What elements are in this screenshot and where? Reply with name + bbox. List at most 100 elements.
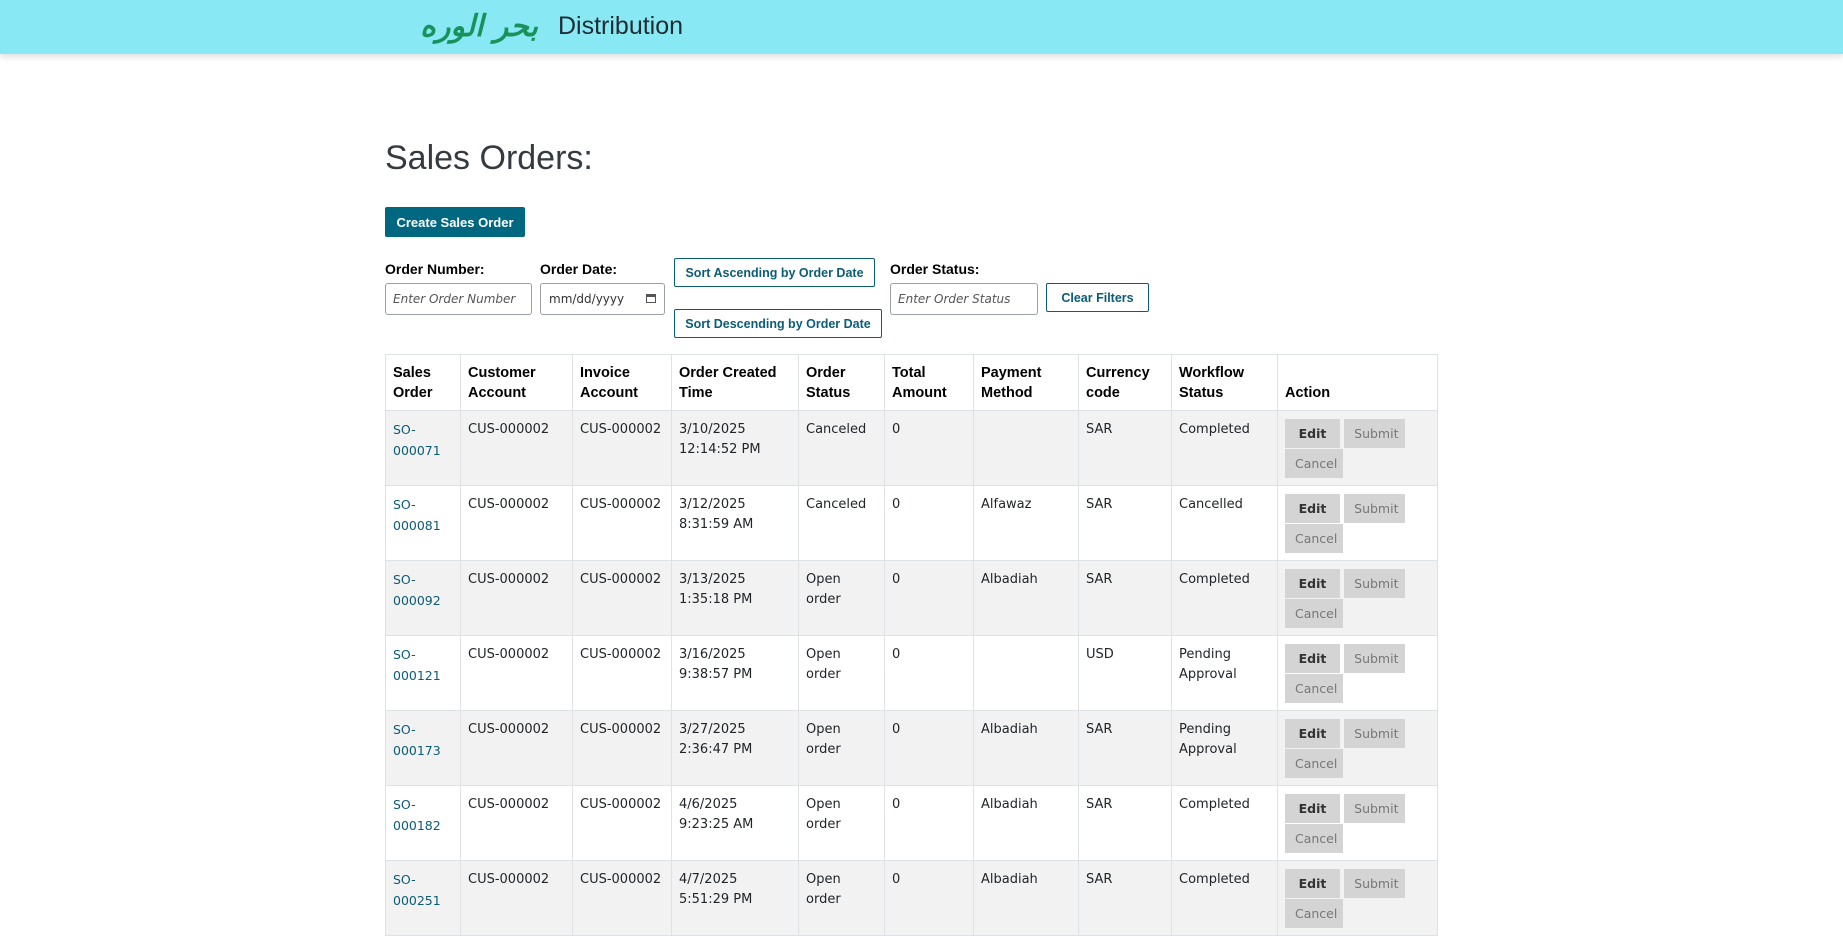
cell-action: Edit Submit Cancel [1277, 485, 1438, 561]
column-header-invoice-account: Invoice Account [572, 354, 672, 411]
cell-order-created-time: 4/6/2025 9:23:25 AM [671, 785, 799, 861]
cancel-button[interactable]: Cancel [1285, 599, 1343, 628]
cancel-button[interactable]: Cancel [1285, 899, 1343, 928]
cancel-button[interactable]: Cancel [1285, 824, 1343, 853]
table-row: SO-000081 CUS-000002 CUS-000002 3/12/202… [385, 485, 1438, 561]
cell-sales-order: SO-000182 [385, 785, 461, 861]
clear-filters-button[interactable]: Clear Filters [1046, 283, 1149, 312]
cell-order-created-time: 3/16/2025 9:38:57 PM [671, 635, 799, 711]
cell-invoice-account: CUS-000002 [572, 485, 672, 561]
cell-customer-account: CUS-000002 [460, 410, 573, 486]
edit-button[interactable]: Edit [1285, 794, 1340, 823]
cancel-button[interactable]: Cancel [1285, 674, 1343, 703]
cell-invoice-account: CUS-000002 [572, 860, 672, 936]
calendar-icon[interactable] [646, 294, 656, 303]
cancel-button[interactable]: Cancel [1285, 749, 1343, 778]
cell-order-status: Open order [798, 560, 885, 636]
sales-order-link[interactable]: SO-000071 [393, 422, 441, 458]
cell-workflow-status: Completed [1171, 785, 1278, 861]
cell-invoice-account: CUS-000002 [572, 560, 672, 636]
column-header-workflow-status: Workflow Status [1171, 354, 1278, 411]
cancel-button[interactable]: Cancel [1285, 524, 1343, 553]
cell-workflow-status: Pending Approval [1171, 710, 1278, 786]
table-row: SO-000173 CUS-000002 CUS-000002 3/27/202… [385, 710, 1438, 786]
sales-order-link[interactable]: SO-000182 [393, 797, 441, 833]
order-status-input[interactable] [890, 283, 1038, 315]
cell-total-amount: 0 [884, 785, 974, 861]
cell-order-status: Canceled [798, 410, 885, 486]
cell-sales-order: SO-000081 [385, 485, 461, 561]
sales-order-link[interactable]: SO-000081 [393, 497, 441, 533]
create-sales-order-button[interactable]: Create Sales Order [385, 207, 525, 237]
cell-currency-code: SAR [1078, 710, 1172, 786]
page-title: Sales Orders: [385, 139, 593, 177]
sort-ascending-button[interactable]: Sort Ascending by Order Date [674, 258, 875, 287]
column-header-order-status: Order Status [798, 354, 885, 411]
cell-workflow-status: Completed [1171, 410, 1278, 486]
sales-order-link[interactable]: SO-000121 [393, 647, 441, 683]
cell-currency-code: SAR [1078, 860, 1172, 936]
submit-button[interactable]: Submit [1344, 644, 1406, 673]
submit-button[interactable]: Submit [1344, 494, 1406, 523]
order-number-label: Order Number: [385, 261, 485, 277]
cell-sales-order: SO-000121 [385, 635, 461, 711]
sales-orders-table: Sales Order Customer Account Invoice Acc… [385, 354, 1438, 936]
order-date-placeholder: mm/dd/yyyy [549, 292, 625, 306]
cell-payment-method: Albadiah [973, 710, 1079, 786]
submit-button[interactable]: Submit [1344, 869, 1406, 898]
sales-order-link[interactable]: SO-000251 [393, 872, 441, 908]
submit-button[interactable]: Submit [1344, 419, 1406, 448]
column-header-total-amount: Total Amount [884, 354, 974, 411]
sort-descending-button[interactable]: Sort Descending by Order Date [674, 309, 882, 338]
cell-total-amount: 0 [884, 560, 974, 636]
submit-button[interactable]: Submit [1344, 719, 1406, 748]
table-row: SO-000121 CUS-000002 CUS-000002 3/16/202… [385, 635, 1438, 711]
cancel-button[interactable]: Cancel [1285, 449, 1343, 478]
cell-order-status: Open order [798, 635, 885, 711]
cell-customer-account: CUS-000002 [460, 860, 573, 936]
order-status-label: Order Status: [890, 261, 980, 277]
cell-total-amount: 0 [884, 410, 974, 486]
edit-button[interactable]: Edit [1285, 869, 1340, 898]
edit-button[interactable]: Edit [1285, 719, 1340, 748]
edit-button[interactable]: Edit [1285, 569, 1340, 598]
cell-payment-method [973, 410, 1079, 486]
cell-currency-code: SAR [1078, 785, 1172, 861]
column-header-order-created-time: Order Created Time [671, 354, 799, 411]
top-bar: بحر الوره Distribution [0, 0, 1843, 54]
cell-order-status: Open order [798, 785, 885, 861]
cell-order-created-time: 3/12/2025 8:31:59 AM [671, 485, 799, 561]
cell-payment-method [973, 635, 1079, 711]
cell-order-created-time: 4/7/2025 5:51:29 PM [671, 860, 799, 936]
column-header-payment-method: Payment Method [973, 354, 1079, 411]
order-number-input[interactable] [385, 283, 532, 315]
submit-button[interactable]: Submit [1344, 569, 1406, 598]
cell-action: Edit Submit Cancel [1277, 410, 1438, 486]
edit-button[interactable]: Edit [1285, 494, 1340, 523]
cell-customer-account: CUS-000002 [460, 785, 573, 861]
cell-invoice-account: CUS-000002 [572, 635, 672, 711]
app-title: Distribution [558, 12, 684, 40]
sales-order-link[interactable]: SO-000173 [393, 722, 441, 758]
cell-workflow-status: Completed [1171, 560, 1278, 636]
column-header-action: Action [1277, 354, 1438, 411]
cell-action: Edit Submit Cancel [1277, 635, 1438, 711]
sales-order-link[interactable]: SO-000092 [393, 572, 441, 608]
cell-invoice-account: CUS-000002 [572, 785, 672, 861]
cell-sales-order: SO-000071 [385, 410, 461, 486]
cell-payment-method: Albadiah [973, 560, 1079, 636]
cell-customer-account: CUS-000002 [460, 560, 573, 636]
company-logo: بحر الوره [420, 9, 538, 44]
order-date-input[interactable]: mm/dd/yyyy [540, 283, 665, 315]
edit-button[interactable]: Edit [1285, 644, 1340, 673]
table-row: SO-000092 CUS-000002 CUS-000002 3/13/202… [385, 560, 1438, 636]
cell-action: Edit Submit Cancel [1277, 785, 1438, 861]
cell-invoice-account: CUS-000002 [572, 710, 672, 786]
cell-action: Edit Submit Cancel [1277, 560, 1438, 636]
table-header-row: Sales Order Customer Account Invoice Acc… [385, 354, 1438, 411]
column-header-currency-code: Currency code [1078, 354, 1172, 411]
cell-currency-code: SAR [1078, 560, 1172, 636]
edit-button[interactable]: Edit [1285, 419, 1340, 448]
cell-currency-code: SAR [1078, 410, 1172, 486]
submit-button[interactable]: Submit [1344, 794, 1406, 823]
